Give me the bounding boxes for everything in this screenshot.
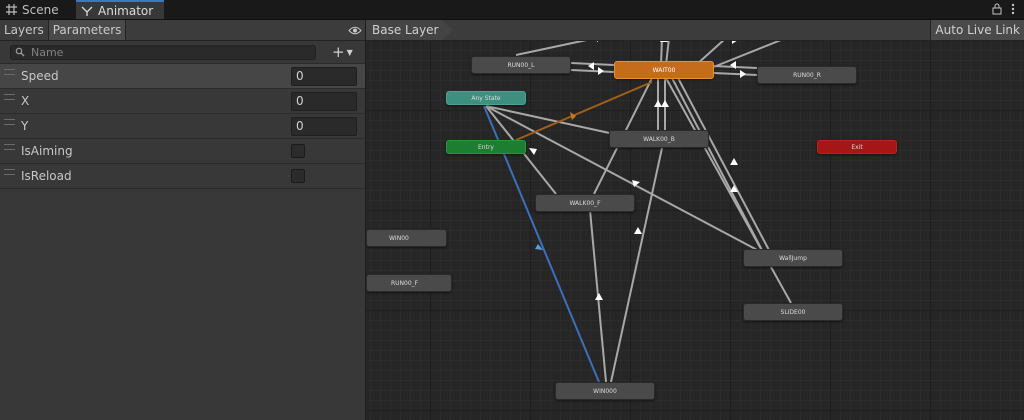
state-node-walk00-f[interactable]: WALK00_F (535, 194, 635, 212)
parameter-value-field[interactable]: 0 (291, 66, 357, 86)
transition-arrow-icon (595, 293, 603, 300)
parameter-checkbox[interactable] (291, 169, 305, 183)
drag-handle-icon[interactable] (4, 69, 15, 75)
state-node-run00-l[interactable]: RUN00_L (471, 56, 571, 74)
chevron-down-icon: ▼ (346, 47, 353, 57)
parameter-name: IsAiming (21, 144, 73, 158)
state-node-run00-r[interactable]: RUN00_R (757, 66, 857, 84)
state-node-entry[interactable]: Entry (446, 140, 526, 154)
state-node-walk00-b[interactable]: WALK00_B (609, 130, 709, 148)
parameter-checkbox[interactable] (291, 144, 305, 158)
add-parameter-button[interactable]: + ▼ (332, 43, 353, 61)
eye-icon[interactable] (345, 20, 365, 40)
parameter-value-field[interactable]: 0 (291, 91, 357, 111)
parameter-row-isaiming[interactable]: IsAiming (0, 139, 365, 164)
state-node-wait00[interactable]: WAIT00 (614, 61, 714, 79)
transition-arrow-icon (529, 148, 537, 155)
animator-graph[interactable]: Base Layer Auto Live Link RUN00_L WAIT00… (366, 20, 1024, 420)
transition-line[interactable] (671, 77, 764, 253)
parameter-name: IsReload (21, 169, 72, 183)
transition-arrow-icon (654, 100, 662, 107)
search-row: Name + ▼ (0, 41, 365, 64)
parameter-row-speed[interactable]: Speed 0 (0, 64, 365, 89)
drag-handle-icon[interactable] (4, 144, 15, 150)
drag-handle-icon[interactable] (4, 119, 15, 125)
transition-edges (483, 34, 792, 383)
left-panel-toolbar: Layers Parameters (0, 20, 365, 41)
transition-arrow-icon (730, 158, 738, 165)
graph-toolbar: Base Layer Auto Live Link (366, 20, 1024, 41)
tab-parameters[interactable]: Parameters (48, 20, 127, 40)
transition-arrow-icon (740, 70, 746, 78)
transition-line[interactable] (665, 77, 792, 304)
transition-arrow-icon (634, 227, 642, 234)
tab-layers[interactable]: Layers (0, 20, 49, 40)
search-input[interactable]: Name (10, 44, 316, 60)
tab-animator-label: Animator (98, 3, 154, 18)
state-node-win00[interactable]: WIN00 (366, 229, 447, 247)
window-tab-bar: Scene Animator (0, 0, 1024, 20)
transition-line[interactable] (713, 72, 758, 76)
lock-icon[interactable] (990, 2, 1004, 16)
transition-arrow-icon (598, 67, 604, 75)
transition-line[interactable] (570, 69, 615, 73)
animator-icon (80, 4, 94, 18)
state-node-exit[interactable]: Exit (817, 140, 897, 154)
transition-arrow-icon (661, 100, 669, 107)
search-placeholder: Name (31, 45, 64, 59)
more-options-icon[interactable] (1006, 2, 1020, 16)
parameter-row-isreload[interactable]: IsReload (0, 164, 365, 189)
state-node-run00-f[interactable]: RUN00_F (366, 274, 452, 292)
transition-line[interactable] (485, 105, 762, 253)
breadcrumb[interactable]: Base Layer (366, 20, 453, 40)
auto-live-link-button[interactable]: Auto Live Link (930, 20, 1024, 40)
state-node-any-state[interactable]: Any State (446, 91, 526, 105)
drag-handle-icon[interactable] (4, 94, 15, 100)
state-node-win000[interactable]: WIN000 (555, 382, 655, 400)
drag-handle-icon[interactable] (4, 169, 15, 175)
parameter-row-x[interactable]: X 0 (0, 89, 365, 114)
transition-line[interactable] (677, 77, 771, 253)
state-node-slide00[interactable]: SLIDE00 (743, 303, 843, 321)
state-node-walljump[interactable]: WallJump (743, 249, 843, 267)
plus-icon: + (332, 43, 345, 61)
grid-icon (4, 3, 18, 17)
tab-animator[interactable]: Animator (76, 0, 164, 19)
search-icon (15, 47, 25, 57)
parameters-panel: Layers Parameters Name + ▼ Speed 0 X 0 Y … (0, 20, 366, 420)
parameter-value-field[interactable]: 0 (291, 116, 357, 136)
tab-scene[interactable]: Scene (0, 0, 74, 19)
tab-scene-label: Scene (22, 2, 59, 17)
parameter-row-y[interactable]: Y 0 (0, 114, 365, 139)
